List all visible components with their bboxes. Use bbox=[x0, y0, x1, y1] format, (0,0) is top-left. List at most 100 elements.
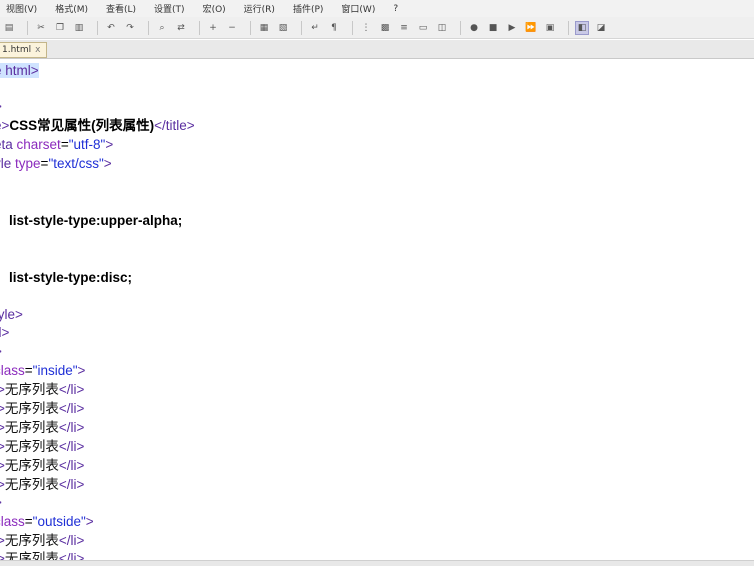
code-line: list-style-type:disc; bbox=[0, 269, 132, 287]
code-line: class="outside"> bbox=[0, 513, 94, 531]
cut-icon[interactable]: ✂ bbox=[34, 21, 48, 35]
code-token: "utf-8" bbox=[68, 137, 106, 152]
toolbar-separator bbox=[460, 20, 461, 35]
copy-icon[interactable]: ❐ bbox=[53, 21, 67, 35]
code-token: </li> bbox=[58, 382, 85, 397]
code-token: </li> bbox=[58, 458, 85, 473]
tab-file[interactable]: 1.html x bbox=[0, 42, 48, 58]
code-token: > bbox=[85, 514, 94, 529]
list-item-text: 无序列表 bbox=[4, 382, 59, 398]
show-all-chars-icon[interactable]: ¶ bbox=[327, 21, 341, 35]
code-token: yle bbox=[0, 156, 12, 171]
code-token: = bbox=[24, 363, 33, 378]
code-token: </li> bbox=[58, 439, 85, 454]
launch-browser-icon[interactable]: ◪ bbox=[594, 21, 608, 35]
code-token: e> bbox=[0, 118, 10, 133]
run-icon[interactable]: ◧ bbox=[575, 20, 589, 35]
code-token: > bbox=[0, 99, 2, 114]
menu-format[interactable]: 格式(M) bbox=[55, 2, 88, 15]
list-item-text: 无序列表 bbox=[4, 420, 59, 436]
code-line: class="inside"> bbox=[0, 362, 85, 380]
zoom-out-icon[interactable]: − bbox=[225, 21, 239, 35]
toolbar-separator bbox=[250, 20, 251, 35]
tab-bar: 1.html x bbox=[0, 40, 754, 59]
doc-map-icon[interactable]: ▩ bbox=[378, 21, 392, 35]
code-line: e html> bbox=[0, 62, 39, 80]
menu-run[interactable]: 运行(R) bbox=[244, 2, 275, 15]
code-token: class bbox=[0, 514, 25, 529]
menu-help[interactable]: ? bbox=[393, 4, 398, 14]
list-item-text: 无序列表 bbox=[4, 477, 59, 493]
find-icon[interactable]: ⌕ bbox=[155, 21, 169, 35]
list-item-text: 无序列表 bbox=[4, 551, 59, 560]
code-line: > bbox=[0, 98, 2, 116]
toolbar-separator bbox=[352, 20, 353, 35]
toolbar-separator bbox=[568, 20, 569, 35]
code-token: list-style-type:upper-alpha; bbox=[0, 213, 183, 228]
code-token: "inside" bbox=[32, 363, 78, 378]
code-line: i>无序列表</li> bbox=[0, 400, 84, 418]
code-line: eta charset="utf-8"> bbox=[0, 136, 113, 154]
code-line: i>无序列表</li> bbox=[0, 419, 84, 437]
play-multiple-icon[interactable]: ⏩ bbox=[524, 21, 538, 35]
list-item-text: 无序列表 bbox=[4, 401, 59, 417]
record-macro-icon[interactable]: ● bbox=[467, 21, 481, 35]
code-token: type bbox=[15, 156, 41, 171]
code-token: "text/css" bbox=[48, 156, 104, 171]
save-macro-icon[interactable]: ▣ bbox=[543, 21, 557, 35]
code-token: eta bbox=[0, 137, 13, 152]
toolbar-separator bbox=[199, 20, 200, 35]
menu-settings[interactable]: 设置(T) bbox=[154, 2, 185, 15]
save-all-icon[interactable]: ▤ bbox=[2, 21, 16, 35]
code-line: i>无序列表</li> bbox=[0, 381, 84, 399]
play-macro-icon[interactable]: ▶ bbox=[505, 21, 519, 35]
code-token: </li> bbox=[58, 533, 85, 548]
function-list-icon[interactable]: ≡ bbox=[397, 21, 411, 35]
menu-plugins[interactable]: 插件(P) bbox=[293, 2, 323, 15]
code-line: list-style-type:upper-alpha; bbox=[0, 212, 182, 230]
menu-bar: 视图(V) 格式(M) 查看(L) 设置(T) 宏(O) 运行(R) 插件(P)… bbox=[0, 0, 754, 17]
zoom-in-icon[interactable]: + bbox=[206, 21, 220, 35]
undo-icon[interactable]: ↶ bbox=[104, 21, 118, 35]
code-line: e>CSS常见属性(列表属性)</title> bbox=[0, 117, 195, 135]
code-line: tyle> bbox=[0, 306, 23, 324]
paste-icon[interactable]: ▥ bbox=[72, 21, 86, 35]
code-line: i>无序列表</li> bbox=[0, 550, 84, 560]
code-token: > bbox=[0, 344, 2, 359]
toolbar-separator bbox=[97, 20, 98, 35]
code-token: > bbox=[77, 363, 86, 378]
menu-window[interactable]: 窗口(W) bbox=[341, 2, 375, 15]
menu-language[interactable]: 查看(L) bbox=[106, 2, 136, 15]
code-line: > bbox=[0, 494, 2, 512]
list-item-text: 无序列表 bbox=[4, 458, 59, 474]
close-icon[interactable]: x bbox=[35, 45, 40, 55]
code-line: i>无序列表</li> bbox=[0, 532, 84, 550]
toolbar-separator bbox=[148, 20, 149, 35]
sync-horizontal-icon[interactable]: ▧ bbox=[276, 21, 290, 35]
code-token: </li> bbox=[58, 420, 85, 435]
code-token: d> bbox=[0, 325, 10, 340]
code-line: yle type="text/css"> bbox=[0, 155, 112, 173]
code-token: > bbox=[105, 137, 114, 152]
code-token: = bbox=[60, 137, 69, 152]
list-item-text: 无序列表 bbox=[4, 533, 59, 549]
stop-macro-icon[interactable]: ■ bbox=[486, 21, 500, 35]
folder-workspace-icon[interactable]: ▭ bbox=[416, 21, 430, 35]
replace-icon[interactable]: ⇄ bbox=[174, 21, 188, 35]
code-token: = bbox=[24, 514, 33, 529]
title-text: CSS常见属性(列表属性) bbox=[9, 118, 155, 133]
toolbar-separator bbox=[27, 20, 28, 35]
code-token: charset bbox=[16, 137, 61, 152]
redo-icon[interactable]: ↷ bbox=[123, 21, 137, 35]
tab-label: 1.html bbox=[2, 45, 32, 55]
indent-guide-icon[interactable]: ⋮ bbox=[359, 21, 373, 35]
menu-view[interactable]: 视图(V) bbox=[6, 2, 37, 15]
word-wrap-icon[interactable]: ↵ bbox=[308, 21, 322, 35]
sync-vertical-icon[interactable]: ▦ bbox=[257, 21, 271, 35]
menu-macro[interactable]: 宏(O) bbox=[203, 2, 226, 15]
monitoring-icon[interactable]: ◫ bbox=[435, 21, 449, 35]
code-token: e html> bbox=[0, 63, 39, 78]
code-token: class bbox=[0, 363, 25, 378]
code-token: > bbox=[0, 495, 2, 510]
code-editor[interactable]: e html> > e>CSS常见属性(列表属性)</title> eta ch… bbox=[0, 60, 754, 560]
